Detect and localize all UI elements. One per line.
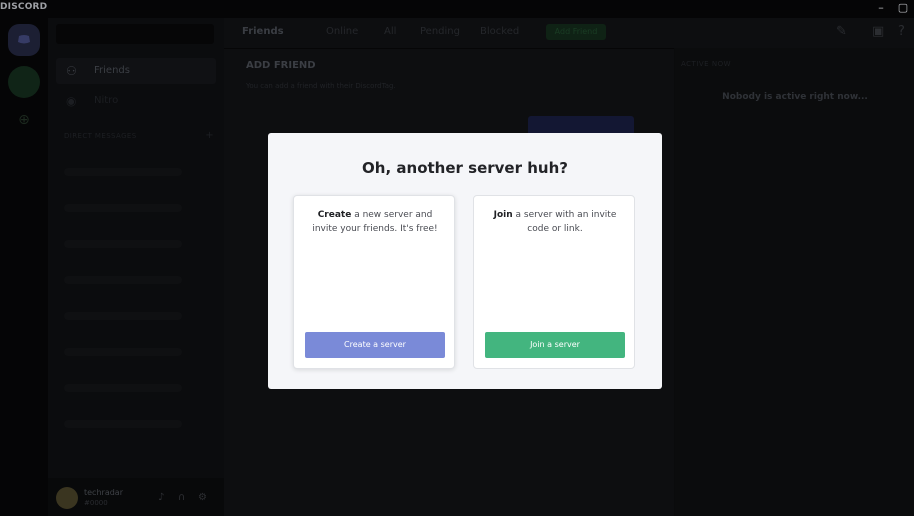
join-text: a server with an invite code or link. — [512, 210, 617, 234]
sidebar-item-label: Nitro — [94, 95, 119, 106]
tab-pending[interactable]: Pending — [420, 26, 460, 37]
join-keyword: Join — [493, 210, 513, 220]
conversation-search[interactable] — [56, 24, 214, 44]
add-server-button[interactable] — [8, 66, 40, 98]
tab-add-friend[interactable]: Add Friend — [546, 24, 606, 40]
gear-icon[interactable]: ⚙ — [198, 492, 207, 503]
user-panel: techradar #0000 ♪ ∩ ⚙ — [48, 478, 224, 516]
help-icon[interactable]: ? — [898, 24, 905, 39]
tab-blocked[interactable]: Blocked — [480, 26, 519, 37]
direct-messages-label: DIRECT MESSAGES — [64, 132, 137, 140]
avatar[interactable] — [56, 487, 78, 509]
add-friend-description: You can add a friend with their DiscordT… — [246, 82, 396, 90]
headphones-icon[interactable]: ∩ — [178, 492, 185, 503]
tab-online[interactable]: Online — [326, 26, 358, 37]
dm-placeholder — [64, 240, 182, 248]
server-list: ⊕ — [0, 18, 48, 516]
active-now-title: ACTIVE NOW — [681, 60, 731, 68]
inbox-icon[interactable]: ▣ — [872, 24, 884, 39]
direct-messages-header: DIRECT MESSAGES + — [64, 130, 214, 141]
username: techradar — [84, 488, 123, 497]
dm-placeholder — [64, 348, 182, 356]
dm-placeholder — [64, 384, 182, 392]
dm-placeholder — [64, 312, 182, 320]
microphone-icon[interactable]: ♪ — [158, 492, 164, 503]
join-server-card[interactable]: Join a server with an invite code or lin… — [473, 195, 635, 369]
sidebar-item-label: Friends — [94, 65, 130, 76]
user-tag: #0000 — [84, 499, 108, 507]
create-server-description: Create a new server and invite your frie… — [304, 208, 446, 236]
discord-logo-icon — [18, 35, 30, 44]
sidebar-item-nitro[interactable]: ◉ Nitro — [56, 88, 216, 114]
add-friend-title: ADD FRIEND — [246, 60, 316, 71]
join-server-description: Join a server with an invite code or lin… — [484, 208, 626, 236]
minimize-button[interactable]: – — [872, 0, 890, 18]
maximize-button[interactable]: ▢ — [894, 0, 912, 18]
home-button[interactable] — [8, 24, 40, 56]
tab-all[interactable]: All — [384, 26, 396, 37]
modal-title: Oh, another server huh? — [362, 159, 568, 177]
dm-placeholder — [64, 204, 182, 212]
active-now-empty-title: Nobody is active right now... — [722, 92, 868, 102]
create-join-server-modal: Oh, another server huh? Create a new ser… — [268, 133, 662, 389]
tab-friends[interactable]: Friends — [242, 26, 284, 37]
plus-icon[interactable]: + — [205, 130, 214, 141]
app-brand: DISCORD — [0, 2, 48, 12]
new-group-dm-icon[interactable]: ✎ — [836, 24, 847, 39]
create-server-button[interactable]: Create a server — [305, 332, 445, 358]
title-bar: DISCORD – ▢ — [0, 0, 914, 18]
friends-topbar: Friends Online All Pending Blocked Add F… — [224, 18, 914, 49]
sidebar-item-friends[interactable]: ⚇ Friends — [56, 58, 216, 84]
active-now-panel: ACTIVE NOW Nobody is active right now... — [674, 48, 914, 516]
create-server-card[interactable]: Create a new server and invite your frie… — [293, 195, 455, 369]
create-keyword: Create — [317, 210, 352, 220]
friends-icon: ⚇ — [66, 64, 77, 78]
dm-sidebar: ⚇ Friends ◉ Nitro DIRECT MESSAGES + — [48, 18, 224, 516]
join-server-button[interactable]: Join a server — [485, 332, 625, 358]
dm-placeholder — [64, 168, 182, 176]
dm-placeholder — [64, 276, 182, 284]
dm-placeholder — [64, 420, 182, 428]
compass-icon[interactable]: ⊕ — [14, 110, 34, 130]
nitro-icon: ◉ — [66, 94, 77, 108]
